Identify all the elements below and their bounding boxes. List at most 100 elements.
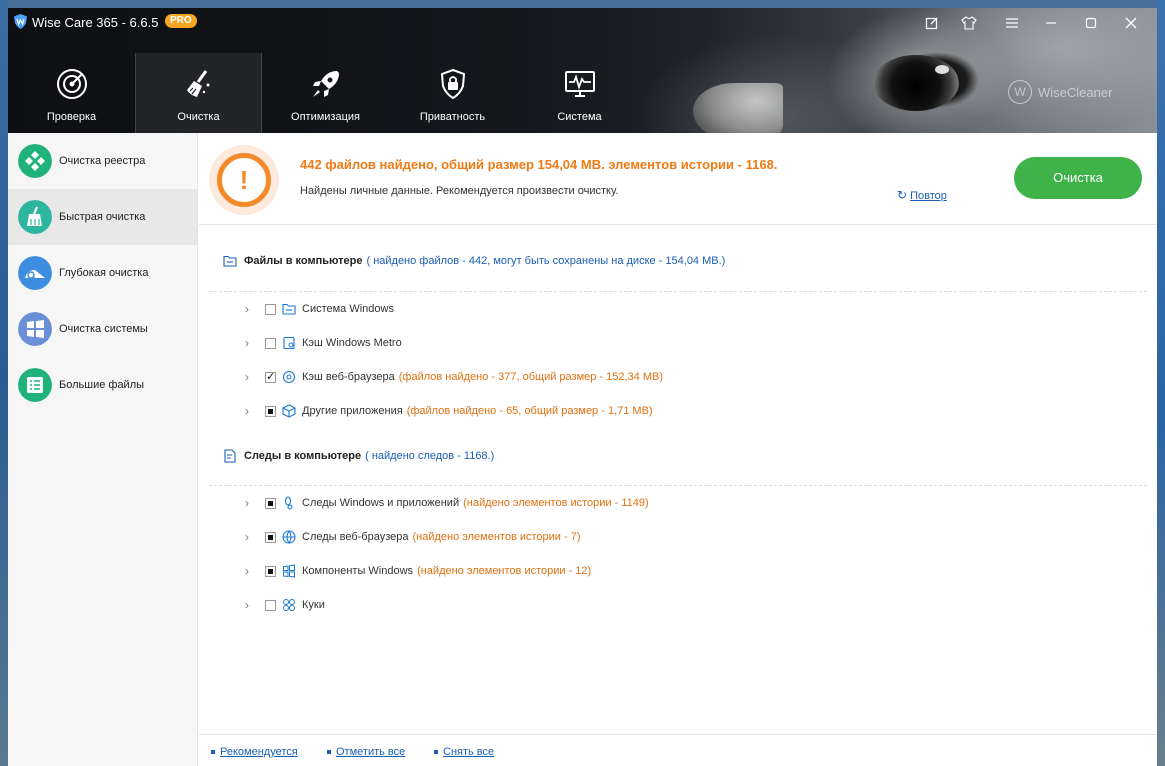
retry-link[interactable]: ↻ Повтор [897,188,947,202]
chevron-right-icon[interactable]: › [245,302,255,316]
menu-icon[interactable] [1003,14,1021,32]
list-item-other-apps[interactable]: › Другие приложения (файлов найдено - 65… [245,402,653,420]
checkbox[interactable] [265,370,276,383]
document-icon [224,449,236,463]
scan-summary: ! 442 файлов найдено, общий размер 154,0… [199,133,1157,225]
list-item-cookies[interactable]: › Куки [245,596,325,614]
list-item-label: Система Windows [302,303,394,315]
list-item-info: (найдено элементов истории - 12) [417,565,592,577]
cookie-icon [283,599,295,611]
sidebar-item-deep-clean[interactable]: Глубокая очистка [8,245,197,301]
sidebar-item-registry-cleaner[interactable]: Очистка реестра [8,133,197,189]
list-item-browser-traces[interactable]: › Следы веб-браузера (найдено элементов … [245,528,581,546]
sidebar-item-system-clean[interactable]: Очистка системы [8,301,197,357]
feedback-icon[interactable] [923,14,941,32]
maximize-icon[interactable] [1082,14,1100,32]
eagle-beak-image [693,83,783,133]
registry-icon [18,144,52,178]
tab-label: Приватность [419,111,486,123]
app-title: Wise Care 365 - 6.6.5 [32,15,159,30]
sidebar-item-label: Большие файлы [59,379,145,391]
wisecleaner-brand: W WiseCleaner [1008,80,1112,104]
list-item-browser-cache[interactable]: › Кэш веб-браузера (файлов найдено - 377… [245,368,663,386]
tab-cleaning[interactable]: Очистка [135,53,262,133]
folder-icon [282,303,296,315]
broom-icon [186,70,209,97]
desktop-background-right [1157,0,1165,766]
footprint-icon [284,496,293,510]
title-bar[interactable]: Wise Care 365 - 6.6.5 PRO [8,8,1157,38]
monitor-pulse-icon [564,71,595,97]
pro-badge: PRO [165,14,197,28]
list-item-label: Компоненты Windows [302,565,414,577]
deselect-all-label: Снять все [443,746,495,758]
sidebar-item-label: Глубокая очистка [59,267,149,279]
main-panel: ! 442 файлов найдено, общий размер 154,0… [199,133,1157,766]
checkbox[interactable] [265,405,276,417]
close-icon[interactable] [1122,14,1140,32]
brand-label: WiseCleaner [1038,84,1113,100]
list-item-info: (файлов найдено - 377, общий размер - 15… [398,371,664,383]
windows-icon [18,312,52,346]
select-all-label: Отметить все [336,746,406,758]
files-section-header[interactable]: Файлы в компьютере ( найдено файлов - 44… [223,255,725,267]
tab-privacy[interactable]: Приватность [389,53,516,133]
chevron-right-icon[interactable]: › [245,404,255,418]
traces-section-header[interactable]: Следы в компьютере ( найдено следов - 11… [223,449,494,463]
chevron-right-icon[interactable]: › [245,598,255,612]
chevron-right-icon[interactable]: › [245,496,255,510]
sidebar-item-quick-clean[interactable]: Быстрая очистка [8,189,197,245]
chevron-right-icon[interactable]: › [245,336,255,350]
checkbox[interactable] [265,531,276,543]
skin-shirt-icon[interactable] [960,14,978,32]
clean-button[interactable]: Очистка [1014,157,1142,199]
summary-title: 442 файлов найдено, общий размер 154,04 … [300,157,778,172]
radar-icon [56,69,87,99]
refresh-icon: ↻ [897,188,908,202]
deep-clean-icon [18,256,52,290]
app-logo-icon [14,14,27,29]
list-item-info: (файлов найдено - 65, общий размер - 1,7… [406,405,653,417]
app-window: Wise Care 365 - 6.6.5 PRO Проверка Очист… [8,8,1157,766]
list-item-windows-system[interactable]: › Система Windows [245,300,394,318]
select-all-link[interactable]: Отметить все [327,746,405,758]
checkbox[interactable] [265,497,276,509]
divider [209,291,1147,292]
chevron-right-icon[interactable]: › [245,530,255,544]
folder-icon [223,255,237,267]
quick-clean-icon [18,200,52,234]
main-tabs: Проверка Очистка Оптимизация Приватность… [8,53,643,133]
rocket-icon [312,71,339,97]
list-item-label: Кэш веб-браузера [302,371,395,383]
chevron-right-icon[interactable]: › [245,564,255,578]
deselect-all-link[interactable]: Снять все [434,746,494,758]
checkbox[interactable] [265,303,276,315]
recommended-label: Рекомендуется [220,746,298,758]
chevron-right-icon[interactable]: › [245,370,255,384]
retry-label: Повтор [910,190,947,202]
footer-bar: Рекомендуется Отметить все Снять все [199,734,1157,766]
checkbox[interactable] [265,337,276,349]
tab-optimization[interactable]: Оптимизация [262,53,389,133]
list-item-windows-metro-cache[interactable]: › Кэш Windows Metro [245,334,402,352]
windows-logo-icon [283,564,295,578]
checkbox[interactable] [265,599,276,611]
list-item-windows-components[interactable]: › Компоненты Windows (найдено элементов … [245,562,591,580]
list-item-label: Другие приложения [302,405,403,417]
tab-label: Система [557,111,602,123]
sidebar-item-large-files[interactable]: Большие файлы [8,357,197,413]
cube-icon [282,404,296,418]
sidebar: Очистка реестра Быстрая очистка Глубокая… [8,133,198,766]
list-item-info: (найдено элементов истории - 1149) [463,497,649,509]
tab-label: Оптимизация [291,111,360,123]
recommended-link[interactable]: Рекомендуется [211,746,298,758]
minimize-icon[interactable] [1042,14,1060,32]
tab-check[interactable]: Проверка [8,53,135,133]
browser-cache-icon [282,370,296,384]
list-item-windows-app-traces[interactable]: › Следы Windows и приложений (найдено эл… [245,494,649,512]
large-files-icon [18,368,52,402]
divider [209,485,1147,486]
tab-label: Проверка [46,111,97,123]
checkbox[interactable] [265,565,276,577]
tab-system[interactable]: Система [516,53,643,133]
